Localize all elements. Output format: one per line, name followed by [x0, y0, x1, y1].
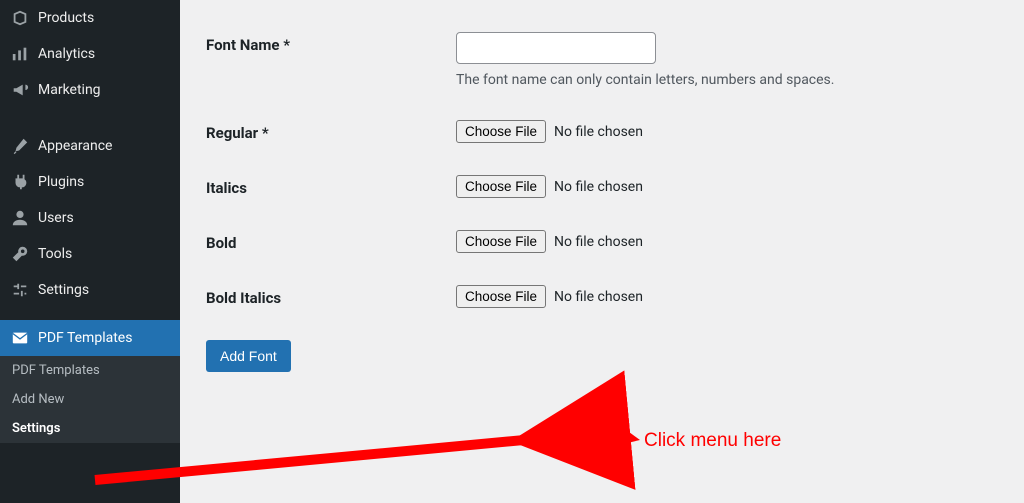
main-content: Font Name * The font name can only conta… [180, 0, 1024, 392]
file-status-bold: No file chosen [554, 234, 643, 250]
sidebar-item-label: Marketing [38, 82, 101, 98]
sidebar-submenu: PDF Templates Add New Settings [0, 356, 180, 443]
sidebar-item-settings[interactable]: Settings [0, 272, 180, 308]
user-icon [10, 208, 30, 228]
megaphone-icon [10, 80, 30, 100]
sidebar-item-appearance[interactable]: Appearance [0, 128, 180, 164]
sidebar-item-users[interactable]: Users [0, 200, 180, 236]
regular-label: Regular * [206, 120, 456, 142]
sidebar-item-label: Analytics [38, 46, 95, 62]
box-icon [10, 8, 30, 28]
choose-file-bold[interactable]: Choose File [456, 230, 546, 253]
plug-icon [10, 172, 30, 192]
add-font-button[interactable]: Add Font [206, 340, 291, 372]
sidebar-item-products[interactable]: Products [0, 0, 180, 36]
sidebar-item-label: Plugins [38, 174, 84, 190]
sidebar-item-plugins[interactable]: Plugins [0, 164, 180, 200]
sidebar-item-label: Appearance [38, 138, 112, 154]
sidebar-item-pdf-templates[interactable]: PDF Templates [0, 320, 180, 356]
brush-icon [10, 136, 30, 156]
font-name-help: The font name can only contain letters, … [456, 72, 1004, 88]
sidebar-item-analytics[interactable]: Analytics [0, 36, 180, 72]
file-status-italics: No file chosen [554, 179, 643, 195]
sliders-icon [10, 280, 30, 300]
submenu-item-settings[interactable]: Settings [0, 414, 180, 443]
bars-icon [10, 44, 30, 64]
sidebar-item-label: PDF Templates [38, 330, 132, 346]
sidebar-item-marketing[interactable]: Marketing [0, 72, 180, 108]
sidebar-item-label: Users [38, 210, 74, 226]
italics-label: Italics [206, 175, 456, 197]
font-name-label: Font Name * [206, 32, 456, 54]
file-status-bold-italics: No file chosen [554, 289, 643, 305]
sidebar-item-label: Products [38, 10, 94, 26]
admin-sidebar: Products Analytics Marketing Appearance … [0, 0, 180, 503]
bold-italics-label: Bold Italics [206, 285, 456, 307]
font-name-input[interactable] [456, 32, 656, 64]
sidebar-item-label: Settings [38, 282, 89, 298]
bold-label: Bold [206, 230, 456, 252]
submenu-item-add-new[interactable]: Add New [0, 385, 180, 414]
sidebar-item-tools[interactable]: Tools [0, 236, 180, 272]
annotation-text: Click menu here [644, 430, 781, 452]
mail-icon [10, 328, 30, 348]
choose-file-italics[interactable]: Choose File [456, 175, 546, 198]
choose-file-regular[interactable]: Choose File [456, 120, 546, 143]
file-status-regular: No file chosen [554, 124, 643, 140]
wrench-icon [10, 244, 30, 264]
choose-file-bold-italics[interactable]: Choose File [456, 285, 546, 308]
sidebar-item-label: Tools [38, 246, 72, 262]
submenu-item-pdf-templates[interactable]: PDF Templates [0, 356, 180, 385]
